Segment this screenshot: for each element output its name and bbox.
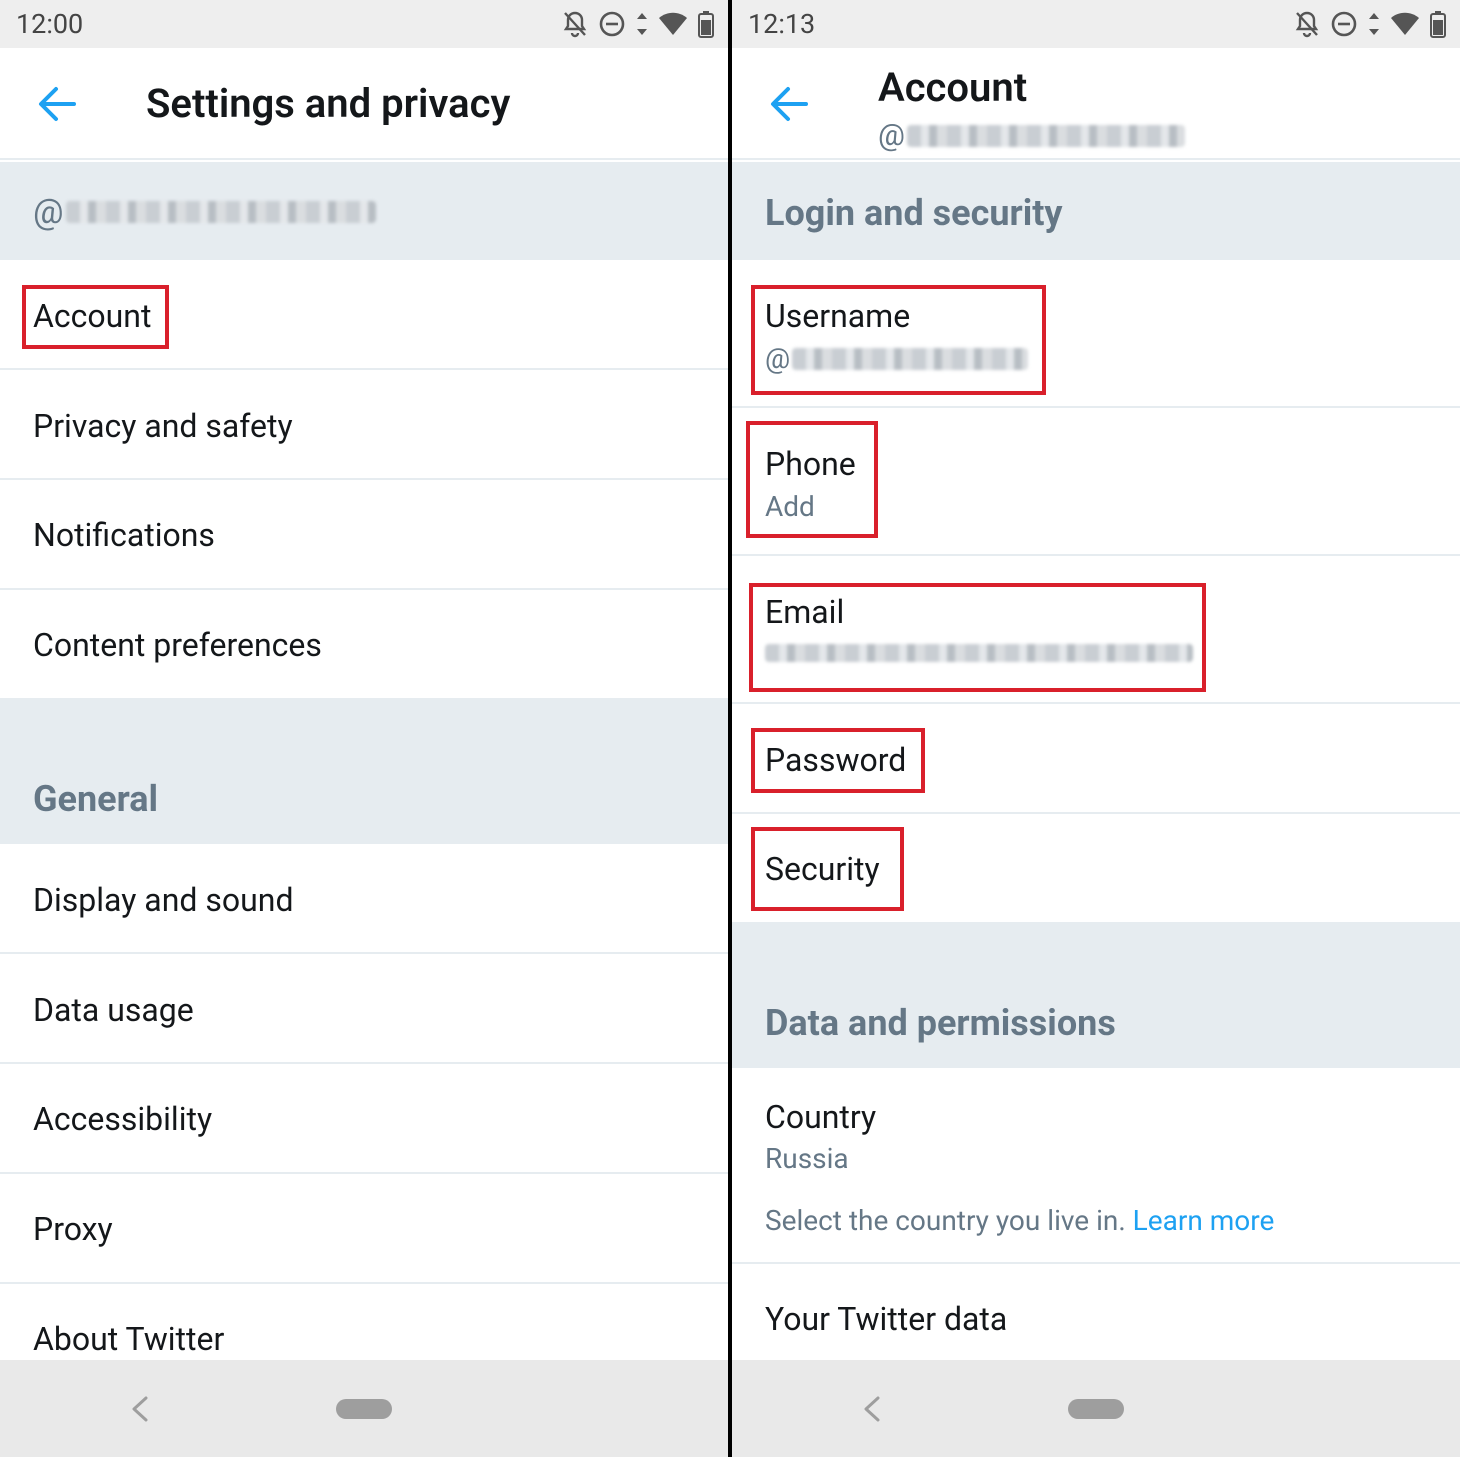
page-title: Settings and privacy [146, 80, 511, 127]
login-security-section-header: Login and security [732, 162, 1460, 260]
menu-item-label: Proxy [33, 1210, 113, 1248]
section-title: Login and security [765, 192, 1063, 234]
battery-icon [1430, 11, 1446, 38]
data-arrows-icon [637, 13, 647, 35]
setting-label: Your Twitter data [765, 1300, 1008, 1338]
menu-item-privacy-and-safety[interactable]: Privacy and safety [0, 370, 728, 480]
nav-back-icon[interactable] [860, 1394, 884, 1424]
menu-item-label: Data usage [33, 991, 194, 1029]
handle-at: @ [878, 118, 905, 153]
system-nav-bar [732, 1360, 1460, 1457]
app-bar: Settings and privacy [0, 48, 728, 160]
menu-item-proxy[interactable]: Proxy [0, 1174, 728, 1284]
menu-item-content-preferences[interactable]: Content preferences [0, 590, 728, 698]
battery-icon [698, 11, 714, 38]
notifications-off-icon [563, 11, 587, 38]
description-text: Select the country you live in. [765, 1204, 1126, 1237]
menu-item-data-usage[interactable]: Data usage [0, 954, 728, 1064]
back-arrow-icon[interactable] [766, 84, 812, 124]
blurred-handle [906, 124, 1185, 147]
section-title: Data and permissions [765, 1002, 1116, 1044]
menu-item-accessibility[interactable]: Accessibility [0, 1064, 728, 1174]
menu-item-display-and-sound[interactable]: Display and sound [0, 844, 728, 954]
settings-screen: 12:00 Settings and privacy @ Account Pri… [0, 0, 728, 1457]
nav-home-pill[interactable] [1068, 1399, 1124, 1419]
setting-value: Russia [765, 1142, 849, 1175]
system-nav-bar [0, 1360, 728, 1457]
wifi-icon [659, 12, 687, 35]
nav-home-pill[interactable] [336, 1399, 392, 1419]
setting-country[interactable]: Country Russia Select the country you li… [732, 1068, 1460, 1264]
menu-item-label: Privacy and safety [33, 407, 293, 445]
menu-item-label: Content preferences [33, 626, 322, 664]
status-bar: 12:13 [732, 0, 1460, 48]
status-bar: 12:00 [0, 0, 728, 48]
highlight-box [751, 728, 925, 793]
app-bar: Account @ [732, 48, 1460, 160]
menu-item-notifications[interactable]: Notifications [0, 480, 728, 590]
nav-back-icon[interactable] [128, 1394, 152, 1424]
highlight-box [751, 285, 1046, 395]
account-handle: @ [33, 192, 376, 232]
menu-item-label: About Twitter [33, 1320, 225, 1358]
general-section-header: General [0, 698, 728, 844]
account-screen: 12:13 Account @ Login and security Usern… [732, 0, 1460, 1457]
data-arrows-icon [1369, 13, 1379, 35]
menu-item-label: Notifications [33, 516, 215, 554]
menu-item-label: Display and sound [33, 881, 294, 919]
highlight-box [746, 421, 878, 538]
handle-at: @ [33, 192, 64, 232]
page-title: Account [878, 64, 1028, 111]
do-not-disturb-icon [1331, 11, 1357, 37]
notifications-off-icon [1295, 11, 1319, 38]
highlight-box [749, 583, 1206, 692]
highlight-box [22, 285, 169, 349]
setting-label: Country [765, 1098, 877, 1136]
menu-item-label: Accessibility [33, 1100, 213, 1138]
back-arrow-icon[interactable] [34, 84, 80, 124]
status-time: 12:00 [16, 8, 84, 40]
status-time: 12:13 [748, 8, 816, 40]
status-icons [562, 9, 714, 39]
account-handle-header: @ [0, 162, 728, 260]
wifi-icon [1391, 12, 1419, 35]
do-not-disturb-icon [599, 11, 625, 37]
country-description: Select the country you live in. Learn mo… [765, 1204, 1274, 1237]
learn-more-link[interactable]: Learn more [1133, 1204, 1275, 1237]
data-permissions-section-header: Data and permissions [732, 922, 1460, 1068]
status-icons [1294, 9, 1446, 39]
page-subtitle-handle: @ [878, 118, 1185, 153]
highlight-box [751, 827, 904, 911]
section-title: General [33, 778, 158, 820]
blurred-handle [65, 201, 376, 223]
